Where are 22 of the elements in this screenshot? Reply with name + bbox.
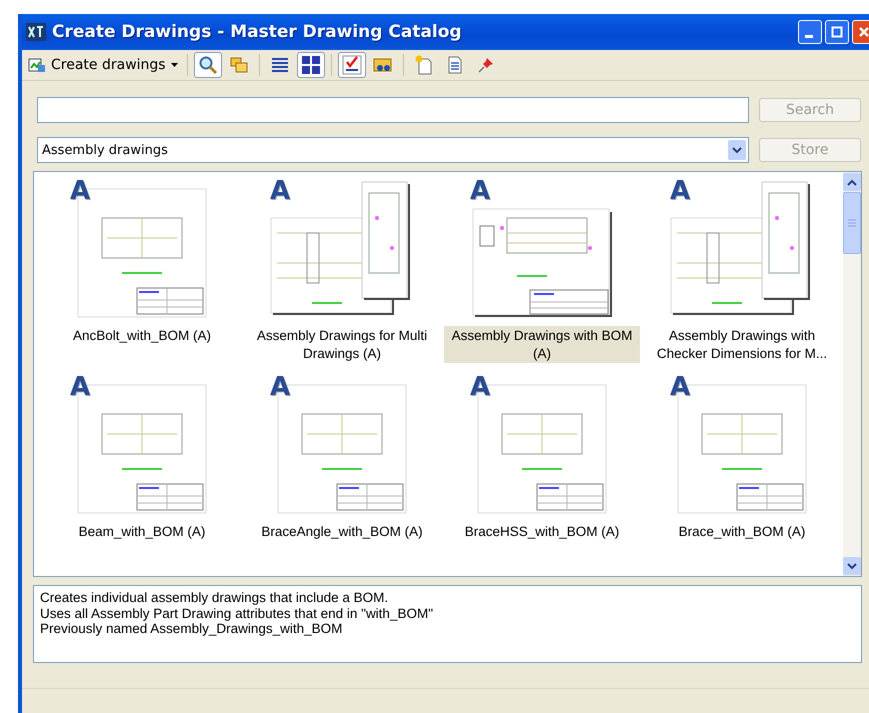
- item-label[interactable]: BraceAngle_with_BOM (A): [258, 522, 426, 542]
- item-label[interactable]: Assembly Drawings with BOM (A): [444, 326, 640, 364]
- letter-label: A: [270, 178, 290, 204]
- description-line: Uses all Assembly Part Drawing attributes that end in "with_BOM": [40, 606, 433, 622]
- letter-label: A: [670, 374, 690, 400]
- letter-label: A: [470, 374, 490, 400]
- item-label[interactable]: Assembly Drawings for Multi Drawings (A): [244, 326, 440, 364]
- description-line: Creates individual assembly drawings that include a BOM.: [40, 590, 388, 606]
- item-label[interactable]: AncBolt_with_BOM (A): [70, 326, 214, 346]
- catalog-dropdown[interactable]: Assembly drawings: [37, 137, 749, 163]
- letter-label: A: [70, 374, 90, 400]
- letter-label: A: [670, 178, 690, 204]
- window-title: Create Drawings - Master Drawing Catalog: [52, 22, 463, 42]
- item-label[interactable]: Brace_with_BOM (A): [676, 522, 808, 542]
- letter-label: A: [470, 178, 490, 204]
- item-label[interactable]: BraceHSS_with_BOM (A): [462, 522, 622, 542]
- item-label[interactable]: Beam_with_BOM (A): [76, 522, 208, 542]
- letter-label: A: [270, 374, 290, 400]
- item-label[interactable]: Assembly Drawings with Checker Dimensions for M...: [644, 326, 840, 364]
- letter-label: A: [70, 178, 90, 204]
- create-drawings-button[interactable]: Create drawings: [26, 57, 181, 73]
- description-line: Previously named Assembly_Drawings_with_BOM: [40, 621, 342, 637]
